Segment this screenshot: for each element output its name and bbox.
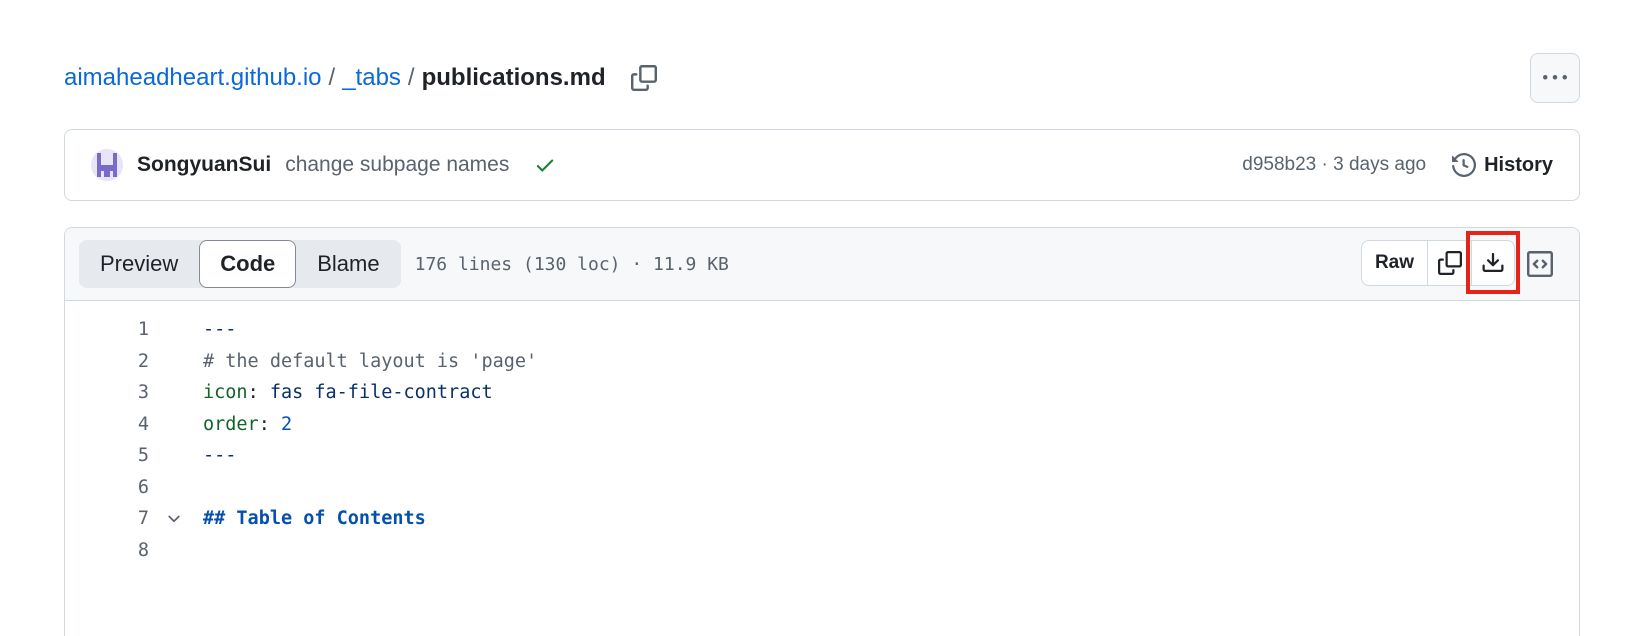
code-text: # the default layout is 'page'	[203, 350, 538, 372]
code-text: ---	[203, 319, 237, 341]
line-number[interactable]: 2	[65, 351, 149, 372]
file-actions: Raw	[1361, 240, 1515, 286]
avatar[interactable]	[91, 149, 123, 181]
kebab-horizontal-icon	[1543, 75, 1567, 80]
code-line: 2 # the default layout is 'page'	[65, 346, 1579, 378]
history-icon	[1452, 153, 1477, 177]
breadcrumb-separator: /	[328, 64, 336, 91]
commit-message[interactable]: change subpage names	[285, 153, 509, 177]
code-line: 5 ---	[65, 440, 1579, 472]
line-number[interactable]: 8	[65, 540, 149, 561]
breadcrumb-repo-link[interactable]: aimaheadheart.github.io	[64, 64, 322, 92]
line-number[interactable]: 5	[65, 445, 149, 466]
more-options-button[interactable]	[1530, 53, 1580, 103]
code-view[interactable]: 1 --- 2 # the default layout is 'page' 3…	[65, 301, 1579, 566]
check-icon[interactable]	[533, 153, 557, 177]
commit-sha-and-time[interactable]: d958b23 · 3 days ago	[1242, 154, 1426, 176]
tab-code[interactable]: Code	[199, 240, 297, 288]
breadcrumb-file-name: publications.md	[421, 64, 606, 91]
history-button[interactable]: History	[1452, 153, 1553, 177]
line-number[interactable]: 4	[65, 414, 149, 435]
copy-icon	[1437, 251, 1462, 275]
yaml-value: 2	[280, 413, 293, 435]
breadcrumb-separator: /	[407, 64, 415, 91]
line-number[interactable]: 7	[65, 508, 149, 529]
copy-icon	[630, 65, 657, 91]
file-toolbar: Preview Code Blame 176 lines (130 loc) ·…	[65, 228, 1579, 301]
history-label: History	[1484, 153, 1553, 176]
chevron-down-icon[interactable]	[165, 510, 183, 528]
code-text: ## Table of Contents	[203, 508, 426, 530]
yaml-key: order	[203, 413, 259, 435]
symbols-panel-button[interactable]	[1519, 243, 1561, 285]
yaml-value: fas fa-file-contract	[269, 382, 493, 404]
copy-raw-button[interactable]	[1428, 241, 1472, 285]
tab-blame[interactable]: Blame	[296, 240, 400, 288]
breadcrumb: aimaheadheart.github.io / _tabs / public…	[64, 58, 660, 98]
line-number[interactable]: 3	[65, 382, 149, 403]
file-info: 176 lines (130 loc) · 11.9 KB	[414, 253, 729, 275]
file-viewer: Preview Code Blame 176 lines (130 loc) ·…	[64, 227, 1580, 636]
code-line: 1 ---	[65, 314, 1579, 346]
breadcrumb-folder-link[interactable]: _tabs	[342, 64, 401, 92]
code-line: 6	[65, 472, 1579, 504]
download-raw-button[interactable]	[1472, 241, 1514, 285]
code-line: 8	[65, 535, 1579, 567]
download-icon	[1482, 252, 1504, 272]
code-text: ---	[203, 445, 237, 467]
code-text: icon: fas fa-file-contract	[203, 382, 493, 404]
code-line: 7 ## Table of Contents	[65, 503, 1579, 535]
tab-preview[interactable]: Preview	[79, 240, 199, 288]
latest-commit-box: SongyuanSui change subpage names d958b23…	[64, 129, 1580, 201]
raw-button[interactable]: Raw	[1362, 241, 1428, 285]
view-mode-switch: Preview Code Blame	[79, 240, 401, 288]
code-line: 3 icon: fas fa-file-contract	[65, 377, 1579, 409]
line-number[interactable]: 6	[65, 477, 149, 498]
commit-author[interactable]: SongyuanSui	[137, 153, 271, 177]
code-text: order: 2	[203, 413, 293, 435]
code-line: 4 order: 2	[65, 409, 1579, 441]
copy-path-button[interactable]	[628, 62, 660, 94]
code-square-icon	[1527, 251, 1553, 277]
line-number[interactable]: 1	[65, 319, 149, 340]
yaml-key: icon	[203, 382, 248, 404]
